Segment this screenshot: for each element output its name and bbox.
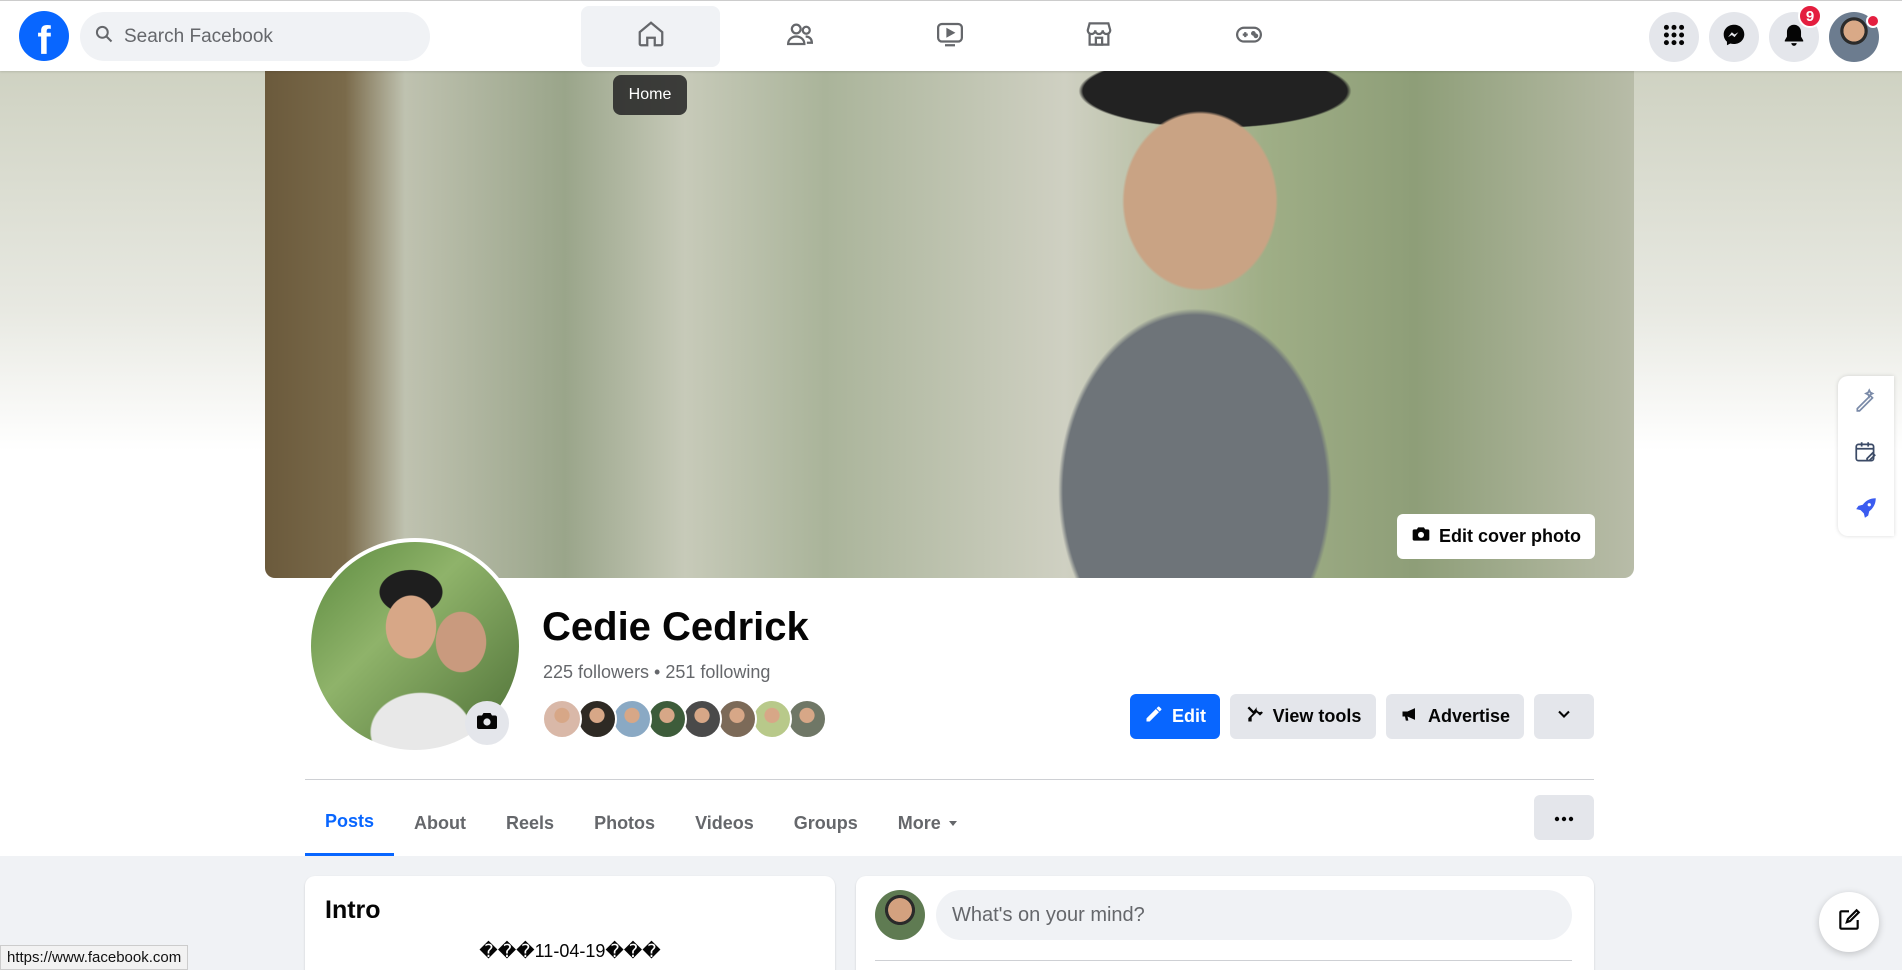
rocket-icon (1853, 495, 1879, 526)
camera-icon (1411, 524, 1431, 549)
notification-count-badge: 9 (1798, 4, 1822, 28)
post-composer-card: What's on your mind? (856, 876, 1594, 970)
tab-reels[interactable]: Reels (486, 790, 574, 856)
nav-tab-marketplace[interactable] (1029, 6, 1168, 67)
nav-tab-video[interactable] (880, 6, 1019, 67)
top-navigation-bar: f 9 (0, 0, 1902, 71)
home-tooltip: Home (613, 75, 687, 115)
chevron-down-icon (1554, 704, 1574, 729)
intro-title: Intro (325, 896, 381, 924)
magic-pen-icon (1853, 387, 1879, 418)
friend-avatar[interactable] (682, 699, 722, 739)
update-profile-picture-button[interactable] (465, 701, 509, 745)
advertise-label: Advertise (1427, 706, 1511, 726)
profile-options-dropdown-button[interactable] (1534, 694, 1594, 739)
search-box[interactable] (80, 12, 430, 61)
edit-label: Edit (1172, 706, 1206, 726)
follow-counts[interactable]: 225 followers • 251 following (543, 662, 770, 683)
account-status-dot (1866, 14, 1880, 28)
video-icon (935, 19, 965, 54)
profile-name: Cedie Cedrick (542, 605, 809, 649)
home-icon (636, 19, 666, 54)
tools-icon (1245, 704, 1265, 729)
messenger-button[interactable] (1709, 12, 1759, 62)
tab-videos-label: Videos (695, 812, 754, 833)
tab-photos-label: Photos (594, 812, 656, 833)
search-input[interactable] (124, 25, 404, 48)
search-icon (94, 24, 114, 49)
facebook-logo[interactable]: f (19, 11, 69, 61)
friend-avatar[interactable] (542, 699, 582, 739)
cover-photo[interactable] (265, 71, 1634, 578)
friends-icon (785, 19, 815, 54)
compose-icon (1836, 907, 1862, 938)
friend-avatar[interactable] (577, 699, 617, 739)
menu-button[interactable] (1649, 12, 1699, 62)
pencil-icon (1144, 704, 1164, 729)
gaming-icon (1234, 19, 1264, 54)
composer-divider (875, 960, 1572, 961)
tab-more[interactable]: More (878, 790, 979, 856)
view-tools-button[interactable]: View tools (1230, 694, 1376, 739)
marketplace-icon (1084, 19, 1114, 54)
tab-more-label: More (897, 812, 941, 833)
tab-about[interactable]: About (394, 790, 486, 856)
camera-icon (475, 709, 499, 738)
intro-card: Intro ���11-04-19��� (305, 876, 835, 970)
intro-bio: ���11-04-19��� (479, 941, 661, 961)
nav-tab-gaming[interactable] (1179, 6, 1318, 67)
friend-avatar[interactable] (717, 699, 757, 739)
friend-avatars (542, 699, 827, 739)
side-tool-calendar[interactable] (1840, 428, 1892, 480)
edit-cover-photo-button[interactable]: Edit cover photo (1397, 514, 1595, 559)
friend-avatar[interactable] (787, 699, 827, 739)
tab-posts[interactable]: Posts (305, 790, 395, 856)
new-message-button[interactable] (1819, 892, 1879, 952)
nav-tab-home[interactable] (581, 6, 720, 67)
caret-down-icon (947, 813, 959, 834)
side-tool-edit[interactable] (1840, 376, 1892, 428)
tab-videos[interactable]: Videos (675, 790, 774, 856)
tab-photos[interactable]: Photos (574, 790, 675, 856)
tab-groups[interactable]: Groups (774, 790, 878, 856)
profile-tabs: Posts About Reels Photos Videos Groups M… (305, 790, 979, 856)
friend-avatar[interactable] (612, 699, 652, 739)
edit-cover-photo-label: Edit cover photo (1438, 526, 1581, 546)
edit-profile-button[interactable]: Edit (1130, 694, 1220, 739)
view-tools-label: View tools (1272, 706, 1362, 726)
friend-avatar[interactable] (647, 699, 687, 739)
status-bar-url: https://www.facebook.com (0, 945, 189, 970)
friend-avatar[interactable] (752, 699, 792, 739)
tab-reels-label: Reels (506, 812, 555, 833)
grid-menu-icon (1661, 22, 1687, 53)
megaphone-icon (1400, 704, 1420, 729)
facebook-logo-letter: f (37, 18, 51, 62)
calendar-edit-icon (1853, 439, 1879, 470)
tab-groups-label: Groups (793, 812, 858, 833)
more-options-button[interactable] (1534, 795, 1594, 840)
tab-about-label: About (414, 812, 467, 833)
whats-on-your-mind-input[interactable]: What's on your mind? (936, 890, 1572, 940)
header-divider (305, 779, 1594, 780)
advertise-button[interactable]: Advertise (1386, 694, 1524, 739)
nav-tab-friends[interactable] (730, 6, 869, 67)
ellipsis-icon (1554, 809, 1574, 827)
composer-avatar[interactable] (875, 890, 925, 940)
side-tool-boost[interactable] (1840, 484, 1892, 536)
messenger-icon (1721, 22, 1747, 53)
tab-posts-label: Posts (325, 811, 375, 831)
